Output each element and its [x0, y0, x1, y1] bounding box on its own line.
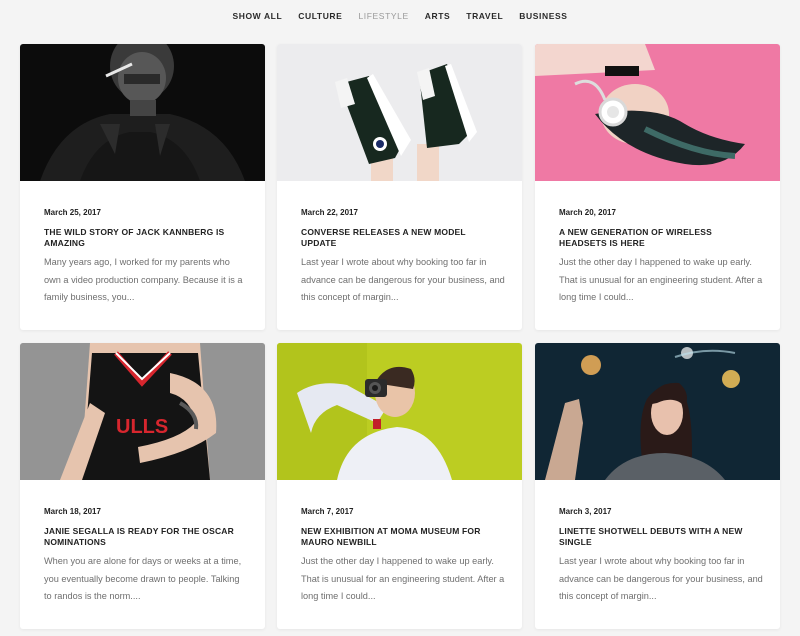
post-image[interactable]	[277, 44, 522, 181]
post-card[interactable]: March 22, 2017 CONVERSE RELEASES A NEW M…	[277, 44, 522, 330]
post-excerpt: Just the other day I happened to wake up…	[559, 257, 763, 302]
sneakers-image	[277, 44, 522, 181]
filter-lifestyle[interactable]: LIFESTYLE	[358, 9, 408, 23]
post-date: March 20, 2017	[559, 208, 616, 217]
post-title[interactable]: A NEW GENERATION OF WIRELESS HEADSETS IS…	[559, 227, 759, 249]
filter-travel[interactable]: TRAVEL	[466, 9, 503, 23]
post-image[interactable]: ULLS	[20, 343, 265, 480]
post-card[interactable]: March 7, 2017 NEW EXHIBITION AT MOMA MUS…	[277, 343, 522, 629]
post-excerpt: Just the other day I happened to wake up…	[301, 556, 505, 601]
post-image[interactable]	[535, 44, 780, 181]
filter-show-all[interactable]: SHOW ALL	[232, 9, 282, 23]
post-date: March 25, 2017	[44, 208, 101, 217]
headphones-woman-image	[535, 44, 780, 181]
man-portrait-image	[20, 44, 265, 181]
post-title[interactable]: NEW EXHIBITION AT MOMA MUSEUM FOR MAURO …	[301, 526, 501, 548]
post-excerpt: Last year I wrote about why booking too …	[301, 257, 505, 302]
post-date: March 7, 2017	[301, 507, 354, 516]
post-image[interactable]	[535, 343, 780, 480]
post-title[interactable]: CONVERSE RELEASES A NEW MODEL UPDATE	[301, 227, 501, 249]
post-image[interactable]	[277, 343, 522, 480]
filter-arts[interactable]: ARTS	[425, 9, 451, 23]
category-filter-bar: SHOW ALL CULTURE LIFESTYLE ARTS TRAVEL B…	[0, 9, 800, 23]
post-date: March 18, 2017	[44, 507, 101, 516]
svg-text:ULLS: ULLS	[116, 416, 168, 438]
post-excerpt: Many years ago, I worked for my parents …	[44, 257, 243, 302]
blog-grid-page: SHOW ALL CULTURE LIFESTYLE ARTS TRAVEL B…	[0, 0, 800, 636]
post-card[interactable]: March 3, 2017 LINETTE SHOTWELL DEBUTS WI…	[535, 343, 780, 629]
post-card[interactable]: March 25, 2017 THE WILD STORY OF JACK KA…	[20, 44, 265, 330]
filter-business[interactable]: BUSINESS	[519, 9, 567, 23]
post-date: March 3, 2017	[559, 507, 612, 516]
post-date: March 22, 2017	[301, 208, 358, 217]
camera-man-image	[277, 343, 522, 480]
sparkler-woman-image	[535, 343, 780, 480]
basketball-jersey-image: ULLS	[20, 343, 265, 480]
post-excerpt: Last year I wrote about why booking too …	[559, 556, 763, 601]
post-image[interactable]	[20, 44, 265, 181]
post-title[interactable]: LINETTE SHOTWELL DEBUTS WITH A NEW SINGL…	[559, 526, 759, 548]
post-card[interactable]: March 20, 2017 A NEW GENERATION OF WIREL…	[535, 44, 780, 330]
post-excerpt: When you are alone for days or weeks at …	[44, 556, 242, 601]
post-title[interactable]: THE WILD STORY OF JACK KANNBERG IS AMAZI…	[44, 227, 244, 249]
post-card[interactable]: ULLS March 18, 2017 JANIE SEGALLA IS REA…	[20, 343, 265, 629]
filter-culture[interactable]: CULTURE	[298, 9, 342, 23]
post-title[interactable]: JANIE SEGALLA IS READY FOR THE OSCAR NOM…	[44, 526, 244, 548]
